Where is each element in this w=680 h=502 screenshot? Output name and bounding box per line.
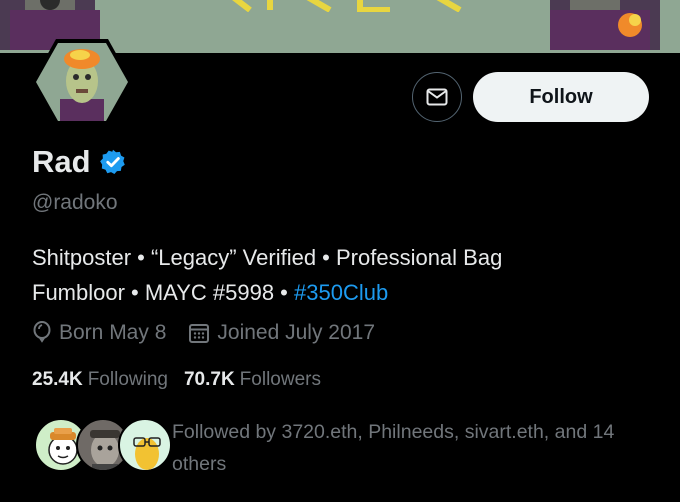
follower-avatar <box>118 418 172 472</box>
message-button[interactable] <box>412 72 462 122</box>
bio-line-2-text: Fumbloor • MAYC #5998 • <box>32 280 294 305</box>
followers-label: Followers <box>239 369 321 390</box>
calendar-icon <box>189 324 210 343</box>
hashtag-link[interactable]: #350Club <box>294 280 388 305</box>
birthday-item: Born May 8 <box>32 321 166 345</box>
followers-count: 70.7K <box>183 369 235 390</box>
name-row: Rad <box>32 142 127 182</box>
envelope-icon <box>426 88 448 106</box>
display-name: Rad <box>32 144 91 179</box>
following-count: 25.4K <box>32 369 83 390</box>
profile-meta: Born May 8 Joined July 2017 <box>32 318 375 348</box>
joined-text: Joined July 2017 <box>217 321 376 344</box>
joined-item: Joined July 2017 <box>188 321 375 345</box>
profile-bio: Shitposter • “Legacy” Verified • Profess… <box>32 240 632 310</box>
balloon-icon <box>33 321 51 343</box>
followed-by-text[interactable]: Followed by 3720.eth, Philneeds, sivart.… <box>172 416 662 480</box>
verified-badge-icon[interactable] <box>99 148 127 176</box>
followers-link[interactable]: 70.7K Followers <box>184 369 321 391</box>
bio-line-2: Fumbloor • MAYC #5998 • #350Club <box>32 275 632 310</box>
profile-avatar[interactable] <box>30 37 134 127</box>
avatar-image <box>32 39 132 125</box>
banner-art-lettering <box>232 0 462 12</box>
profile-stats: 25.4K Following 70.7K Followers <box>32 366 321 394</box>
banner-art-right <box>550 0 660 50</box>
following-label: Following <box>87 369 168 390</box>
follow-button[interactable]: Follow <box>473 72 649 122</box>
birthday-text: Born May 8 <box>59 321 167 344</box>
profile-handle: @radoko <box>32 191 118 214</box>
bio-line-1: Shitposter • “Legacy” Verified • Profess… <box>32 245 503 270</box>
following-link[interactable]: 25.4K Following <box>32 369 168 391</box>
